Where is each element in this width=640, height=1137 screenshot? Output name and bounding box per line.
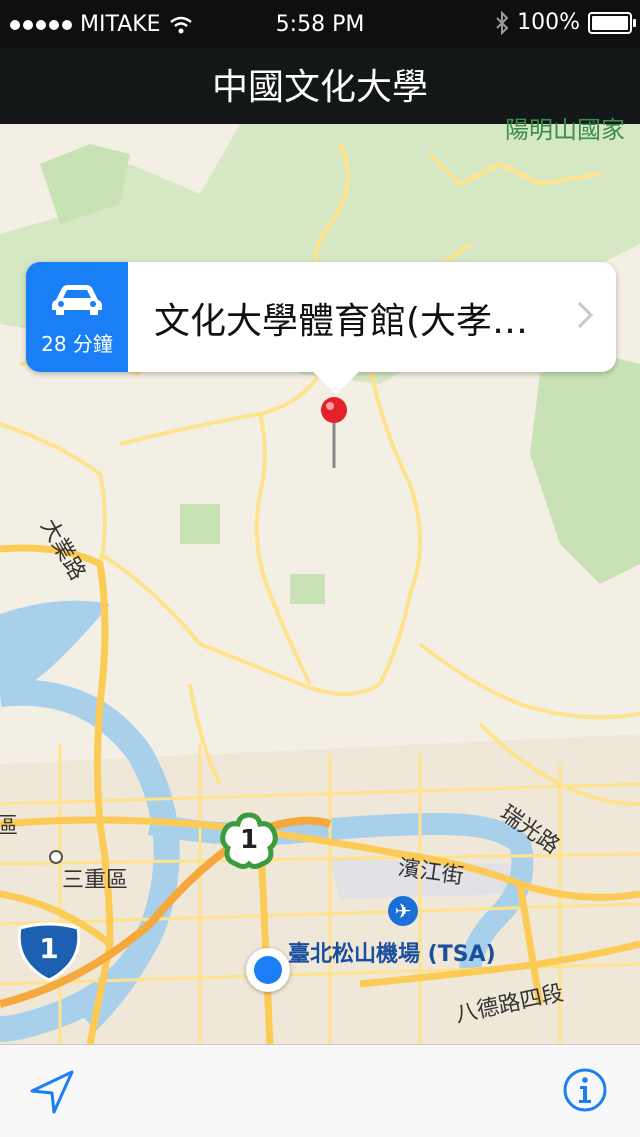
district-dot-icon [49,850,63,864]
car-icon [52,285,102,315]
national-freeway-shield-icon: 1 [14,922,84,982]
map-label-sanchong: 三重區 [62,868,129,893]
provincial-highway-shield-icon: 1 [218,812,280,870]
battery-percent: 100% [517,10,580,35]
chevron-right-icon[interactable] [576,300,594,330]
bluetooth-icon [496,10,509,35]
map-label-qu-edge: 區 [0,814,19,839]
bottom-toolbar [0,1044,640,1137]
battery-icon [588,11,636,34]
airport-icon: ✈ [388,896,418,926]
status-right: 100% [495,10,636,35]
map-label-airport: 臺北松山機場 (TSA) [288,942,496,967]
page-title: 中國文化大學 [211,67,428,108]
info-icon[interactable] [562,1067,608,1113]
national-freeway-number: 1 [39,932,59,965]
place-callout[interactable]: 28 分鐘 文化大學體育館(大孝… [26,262,616,395]
map-pin-icon[interactable] [318,396,350,472]
callout-title: 文化大學體育館(大孝… [154,301,529,342]
eta-label: 28 分鐘 [41,332,113,356]
current-location-dot [246,948,290,992]
provincial-highway-number: 1 [239,825,259,855]
status-bar: MITAKE 5:58 PM 100% [0,0,640,48]
park-area [290,574,325,604]
directions-button[interactable]: 28 分鐘 [26,262,128,372]
map-label-yangming: 陽明山國家 [505,116,625,144]
location-arrow-icon[interactable] [28,1069,76,1115]
park-area [180,504,220,544]
